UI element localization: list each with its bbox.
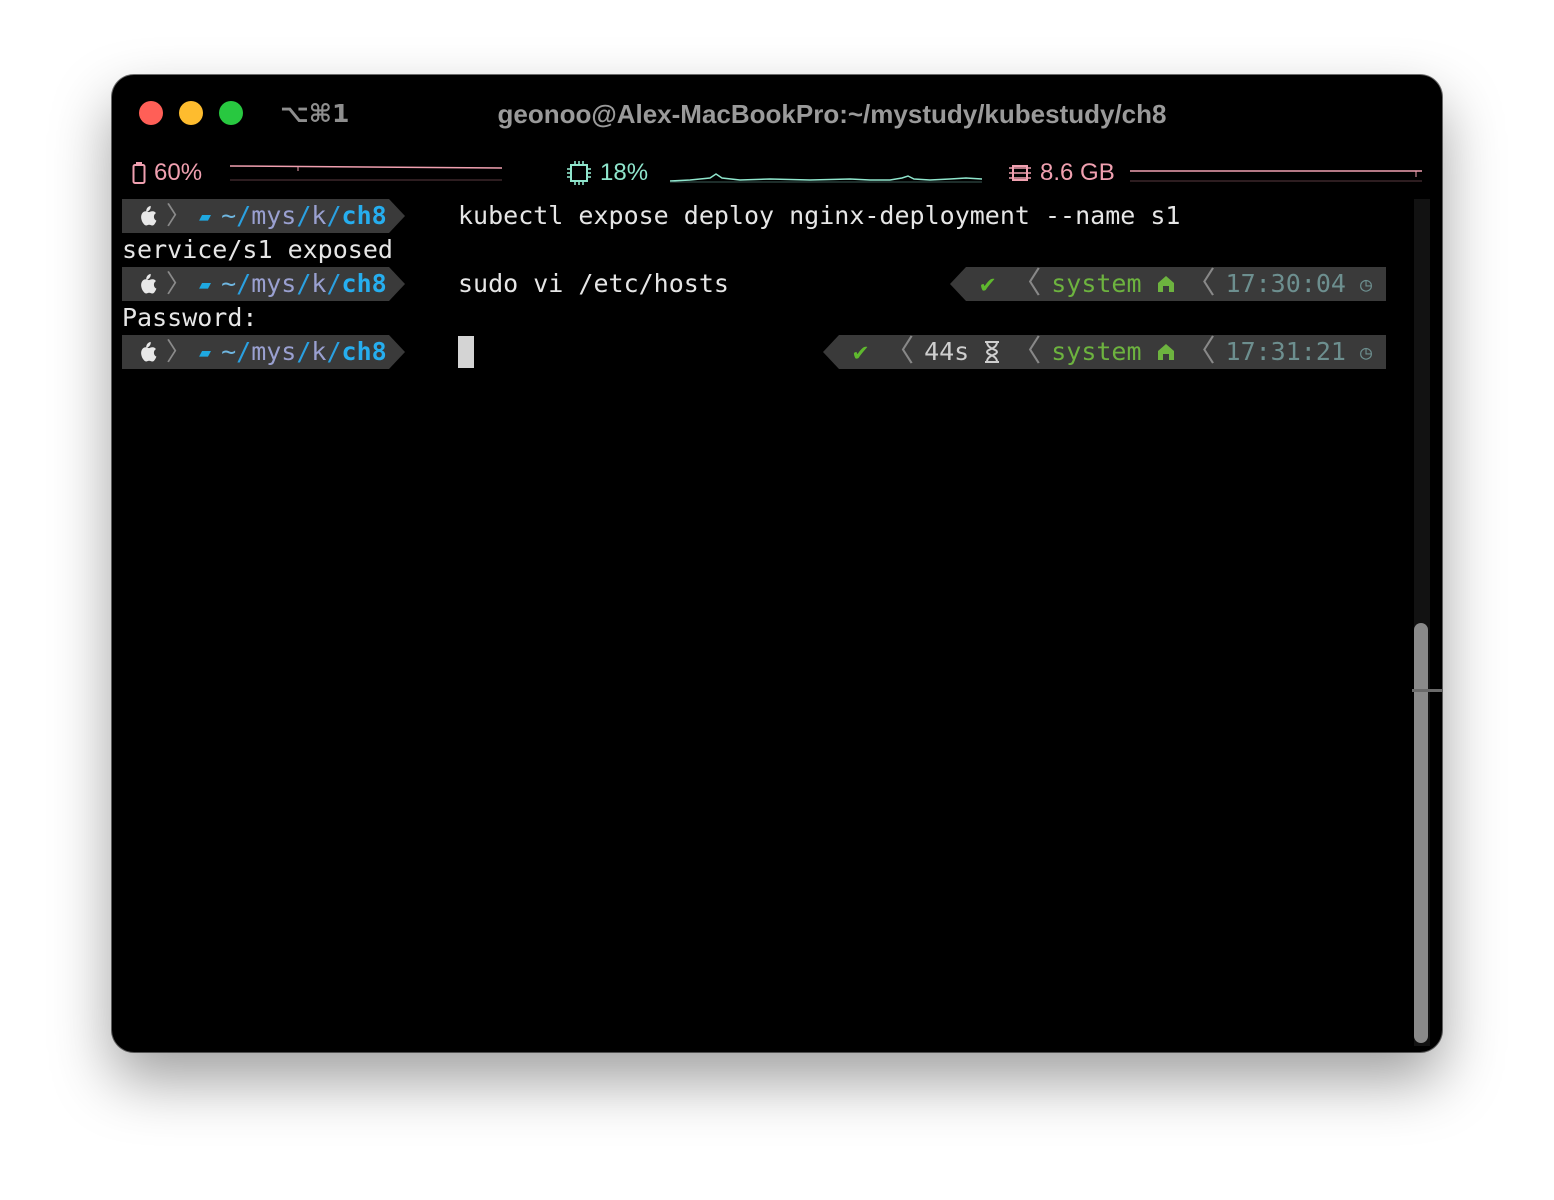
timestamp: 17:31:21 <box>1225 337 1346 366</box>
path-home: ~ <box>221 201 237 230</box>
right-prompt-segment: ✔ 〈 44s 〈 system 〈 17:31:21 ◷ <box>823 335 1386 369</box>
separator-chevron: 〉 <box>166 337 192 366</box>
output-line: Password: <box>122 301 1402 335</box>
path-current-dir: ch8 <box>341 269 387 298</box>
memory-used: 8.6 GB <box>1040 159 1115 186</box>
hourglass-icon <box>985 341 1000 363</box>
path-segment: mys <box>251 269 297 298</box>
battery-icon <box>132 162 146 184</box>
prompt-segment: 〉 ▰ ~ / mys / k / ch8 <box>122 335 405 369</box>
prompt-segment: 〉 ▰ ~ / mys / k / ch8 <box>122 267 405 301</box>
path-segment: mys <box>251 201 297 230</box>
output-text: service/s1 exposed <box>122 235 393 264</box>
battery-sparkline <box>230 165 502 181</box>
cpu-status: 18% <box>566 155 648 191</box>
apple-icon <box>141 273 157 294</box>
separator-chevron: 〉 <box>166 269 192 298</box>
home-icon <box>1157 344 1174 360</box>
minimize-window-button[interactable] <box>179 101 203 125</box>
scrollbar-thumb[interactable] <box>1414 623 1428 1043</box>
environment-name: system <box>1051 269 1142 298</box>
path-segment: k <box>311 337 327 366</box>
environment-name: system <box>1051 337 1142 366</box>
output-text: Password: <box>122 303 258 332</box>
scroll-position-mark <box>1412 689 1442 692</box>
text-cursor[interactable] <box>458 336 474 368</box>
terminal-output[interactable]: 〉 ▰ ~ / mys / k / ch8 kubectl expose deploy ng… <box>122 199 1402 369</box>
cpu-chip-icon <box>567 161 591 185</box>
clock-icon: ◷ <box>1359 340 1372 364</box>
tab-shortcut-label: ⌥⌘1 <box>280 99 350 128</box>
success-check-icon: ✔ <box>853 337 869 366</box>
memory-status: 8.6 GB <box>1008 155 1115 191</box>
title-bar: ⌥⌘1 geonoo@Alex-MacBookPro:~/mystudy/kub… <box>112 75 1442 153</box>
window-title: geonoo@Alex-MacBookPro:~/mystudy/kubestu… <box>497 99 1167 129</box>
prompt-line: 〉 ▰ ~ / mys / k / ch8 kubectl expose deploy ng… <box>122 199 1402 233</box>
cpu-sparkline <box>670 173 982 183</box>
battery-percent: 60% <box>154 159 203 186</box>
path-current-dir: ch8 <box>341 201 387 230</box>
close-window-button[interactable] <box>139 101 163 125</box>
apple-icon <box>141 205 157 226</box>
right-prompt-segment: ✔ 〈 system 〈 17:30:04 ◷ <box>950 267 1386 301</box>
clock-icon: ◷ <box>1359 272 1372 296</box>
folder-icon: ▰ <box>199 204 212 228</box>
output-line: service/s1 exposed <box>122 233 1402 267</box>
cpu-percent: 18% <box>600 159 649 186</box>
memory-icon <box>1009 165 1031 181</box>
battery-status: 60% <box>132 155 202 191</box>
memory-sparkline <box>1130 170 1422 182</box>
terminal-window: ⌥⌘1 geonoo@Alex-MacBookPro:~/mystudy/kub… <box>112 75 1442 1052</box>
prompt-line: 〉 ▰ ~ / mys / k / ch8 ✔ 〈 44s 〈 system 〈… <box>122 335 1402 369</box>
separator-chevron: 〉 <box>166 201 192 230</box>
path-current-dir: ch8 <box>341 337 387 366</box>
home-icon <box>1157 276 1174 292</box>
path-home: ~ <box>221 337 237 366</box>
path-segment: k <box>311 201 327 230</box>
maximize-window-button[interactable] <box>219 101 243 125</box>
folder-icon: ▰ <box>199 272 212 296</box>
command-text: kubectl expose deploy nginx-deployment -… <box>458 201 1181 230</box>
prompt-line: 〉 ▰ ~ / mys / k / ch8 sudo vi /etc/hosts ✔ 〈 s… <box>122 267 1402 301</box>
command-text: sudo vi /etc/hosts <box>458 269 729 298</box>
prompt-segment: 〉 ▰ ~ / mys / k / ch8 <box>122 199 405 233</box>
command-duration: 44s <box>924 337 970 366</box>
success-check-icon: ✔ <box>980 269 996 298</box>
path-segment: k <box>311 269 327 298</box>
timestamp: 17:30:04 <box>1225 269 1346 298</box>
path-home: ~ <box>221 269 237 298</box>
folder-icon: ▰ <box>199 340 212 364</box>
apple-icon <box>141 341 157 362</box>
path-segment: mys <box>251 337 297 366</box>
